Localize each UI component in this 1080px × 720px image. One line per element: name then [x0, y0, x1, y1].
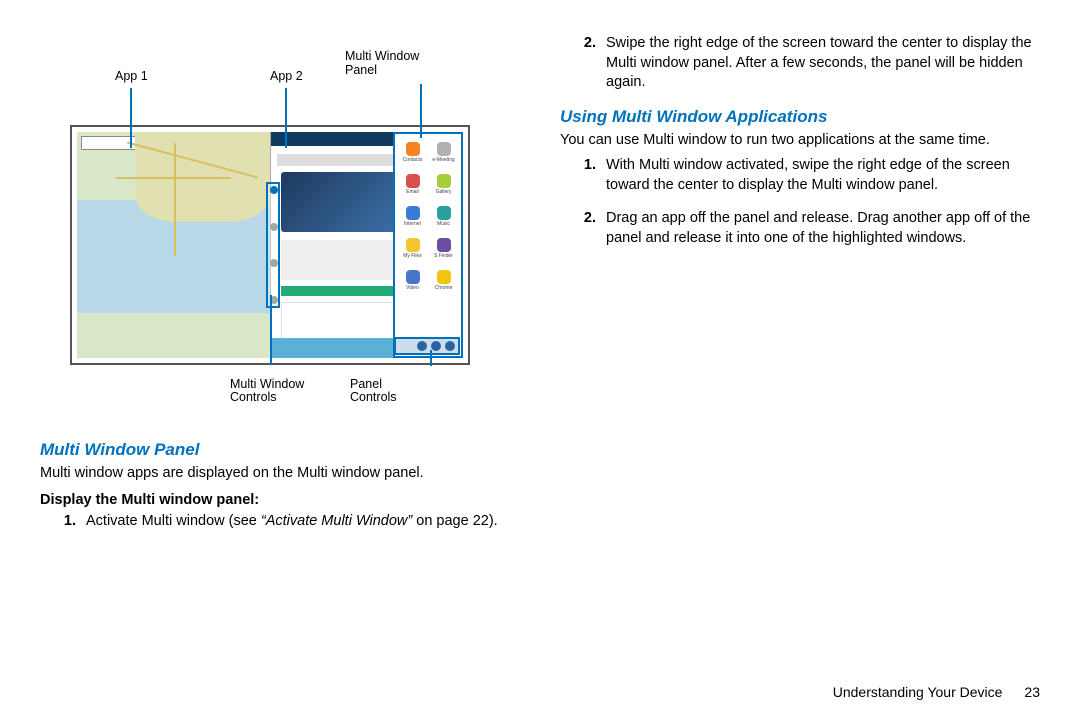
leader-mw-controls — [270, 295, 272, 365]
app-icon — [406, 238, 420, 252]
app-label: My Files — [403, 253, 422, 259]
footer-page-number: 23 — [1024, 684, 1040, 700]
panel-app-s-finder: S Finder — [429, 233, 458, 263]
manual-page: App 1 App 2 Multi WindowPanel — [0, 0, 1080, 720]
label-app1: App 1 — [115, 70, 148, 84]
app-icon — [406, 142, 420, 156]
app-label: Contacts — [403, 157, 423, 163]
left-column: App 1 App 2 Multi WindowPanel — [40, 30, 540, 670]
steps-display-panel: Activate Multi window (see “Activate Mul… — [40, 512, 520, 532]
footer-section: Understanding Your Device — [833, 684, 1003, 700]
app1-map — [77, 132, 270, 358]
app-icon — [406, 206, 420, 220]
ref-activate-mw: “Activate Multi Window” — [261, 513, 412, 529]
panel-control-icon — [431, 341, 441, 351]
app-label: Music — [437, 221, 450, 227]
panel-app-chrome: Chrome — [429, 265, 458, 295]
app-icon — [406, 270, 420, 284]
panel-app-e-meeting: e-Meeting — [429, 137, 458, 167]
leader-app1 — [130, 88, 132, 148]
leader-panel-controls — [430, 350, 432, 366]
app-icon — [437, 206, 451, 220]
para-mw-panel-desc: Multi window apps are displayed on the M… — [40, 464, 520, 484]
app-label: Video — [406, 285, 419, 291]
leader-app2 — [285, 88, 287, 148]
app-label: Gallery — [436, 189, 452, 195]
label-mw-controls: Multi WindowControls — [230, 378, 304, 406]
app-label: S Finder — [434, 253, 453, 259]
step-drag-apps: Drag an app off the panel and release. D… — [600, 209, 1040, 248]
app-label: Internet — [404, 221, 421, 227]
panel-app-internet: Internet — [398, 201, 427, 231]
steps-using-mw: With Multi window activated, swipe the r… — [560, 156, 1040, 248]
panel-app-video: Video — [398, 265, 427, 295]
panel-app-my-files: My Files — [398, 233, 427, 263]
panel-control-icon — [445, 341, 455, 351]
app-label: Chrome — [435, 285, 453, 291]
page-footer: Understanding Your Device 23 — [833, 684, 1040, 700]
subhead-display-panel: Display the Multi window panel: — [40, 492, 520, 508]
figure-multi-window: App 1 App 2 Multi WindowPanel — [40, 50, 520, 380]
step-swipe-open-panel: With Multi window activated, swipe the r… — [600, 156, 1040, 195]
label-app2: App 2 — [270, 70, 303, 84]
app-label: e-Meeting — [432, 157, 454, 163]
heading-using-mw-apps: Using Multi Window Applications — [560, 107, 1040, 127]
app-icon — [437, 174, 451, 188]
panel-control-icon — [417, 341, 427, 351]
app-icon — [406, 174, 420, 188]
steps-display-panel-cont: Swipe the right edge of the screen towar… — [560, 34, 1040, 93]
right-column: Swipe the right edge of the screen towar… — [540, 30, 1040, 670]
label-panel-controls: PanelControls — [350, 378, 397, 406]
leader-mw-panel — [420, 84, 422, 138]
step-activate-mw: Activate Multi window (see “Activate Mul… — [80, 512, 520, 532]
label-mw-panel: Multi WindowPanel — [345, 50, 419, 78]
app-icon — [437, 270, 451, 284]
panel-controls — [394, 337, 460, 355]
panel-app-contacts: Contacts — [398, 137, 427, 167]
panel-app-music: Music — [429, 201, 458, 231]
app-icon — [437, 238, 451, 252]
para-using-mw-desc: You can use Multi window to run two appl… — [560, 131, 1040, 151]
multi-window-controls — [266, 182, 280, 309]
app-label: Email — [406, 189, 419, 195]
app-icon — [437, 142, 451, 156]
multi-window-panel: Contacts e-Meeting Email Gallery Internet Mus… — [393, 132, 463, 358]
panel-app-email: Email — [398, 169, 427, 199]
heading-multi-window-panel: Multi Window Panel — [40, 440, 520, 460]
step-swipe-right-edge: Swipe the right edge of the screen towar… — [600, 34, 1040, 93]
panel-app-gallery: Gallery — [429, 169, 458, 199]
